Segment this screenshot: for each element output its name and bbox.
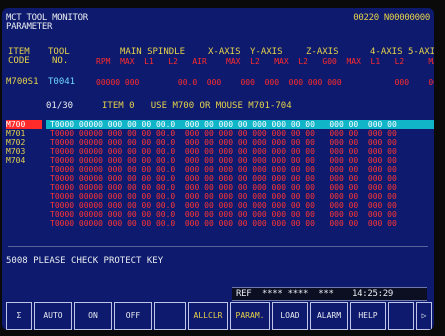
table-row[interactable]: T0000 00000 000 00 00 00.0 000 00 000 00…: [46, 183, 434, 192]
softkey-label: HELP: [358, 311, 378, 320]
table-row[interactable]: T0000 00000 000 00 00 00.0 000 00 000 00…: [46, 192, 434, 201]
axis5-header: 5-AXIS: [408, 47, 434, 57]
row-text: T0000 00000 000 00 00 00.0 000 00 000 00…: [50, 219, 397, 228]
table-row[interactable]: T0000 00000 000 00 00 00.0 000 00 000 00…: [46, 174, 434, 183]
row-text: T0000 00000 000 00 00 00.0 000 00 000 00…: [50, 147, 397, 156]
row-text: T0000 00000 000 00 00 00.0 000 00 000 00…: [50, 183, 397, 192]
softkey-label: ALLCLR: [193, 311, 223, 320]
table-row[interactable]: T0000 00000 000 00 00 00.0 000 00 000 00…: [46, 147, 434, 156]
screen-subtitle: PARAMETER: [6, 22, 53, 32]
status-bar: REF **** **** *** 14:25:29: [232, 287, 427, 301]
mode-indicator: REF: [236, 289, 252, 299]
softkey-blank-1[interactable]: [154, 302, 186, 330]
main-spindle-header: MAIN SPINDLE: [120, 47, 186, 57]
row-text: T0000 00000 000 00 00 00.0 000 00 000 00…: [50, 129, 397, 138]
item-code-m701[interactable]: M701: [6, 129, 42, 138]
input-line: [8, 246, 428, 247]
next-arrow-icon: ▷: [421, 311, 427, 320]
item-code-m703[interactable]: M703: [6, 147, 42, 156]
softkey-help[interactable]: HELP: [350, 302, 386, 330]
no-header: NO.: [52, 56, 69, 66]
row-text: T0000 00000 000 00 00 00.0 000 00 000 00…: [50, 201, 397, 210]
table-row[interactable]: T0000 00000 000 00 00 00.0 000 00 000 00…: [46, 165, 434, 174]
softkey-blank-2[interactable]: [388, 302, 414, 330]
status-stars: **** **** ***: [262, 289, 334, 299]
softkey-label: ON: [88, 311, 98, 320]
softkey-label: OFF: [125, 311, 141, 320]
row-text: T0000 00000 000 00 00 00.0 000 00 000 00…: [50, 192, 397, 201]
table-row[interactable]: T0000 00000 000 00 00 00.0 000 00 000 00…: [46, 210, 434, 219]
table-row[interactable]: T0000 00000 000 00 00 00.0 000 00 000 00…: [46, 120, 434, 129]
tool-data-table: T0000 00000 000 00 00 00.0 000 00 000 00…: [46, 104, 434, 232]
softkey-off[interactable]: OFF: [114, 302, 152, 330]
table-row[interactable]: T0000 00000 000 00 00 00.0 000 00 000 00…: [46, 156, 434, 165]
alarm-message: 5008 PLEASE CHECK PROTECT KEY: [6, 256, 164, 266]
item-code-m704[interactable]: M704: [6, 156, 42, 165]
current-values: 00000 000 00.0 000 000 000 000 000 000 0…: [96, 78, 434, 87]
cnc-screen: MCT TOOL MONITOR PARAMETER 00220 N000000…: [2, 8, 434, 330]
softkey-allclr[interactable]: ALLCLR: [188, 302, 228, 330]
sub-header-row: RPM MAX L1 L2 AIR MAX L2 MAX L2 G00 MAX …: [96, 57, 434, 66]
row-text: T0000 00000 000 00 00 00.0 000 00 000 00…: [50, 210, 397, 219]
current-code: M700S1: [6, 77, 39, 87]
row-text: T0000 00000 000 00 00 00.0 000 00 000 00…: [50, 156, 397, 165]
row-text: T0000 00000 000 00 00 00.0 000 00 000 00…: [50, 120, 397, 129]
softkey-label: Σ: [16, 311, 22, 320]
row-text: T0000 00000 000 00 00 00.0 000 00 000 00…: [50, 165, 397, 174]
softkey-load[interactable]: LOAD: [272, 302, 308, 330]
softkey-sigma[interactable]: Σ: [6, 302, 32, 330]
z-axis-header: Z-AXIS: [306, 47, 339, 57]
axis4-header: 4-AXIS: [370, 47, 403, 57]
item-code-m700[interactable]: M700: [6, 120, 42, 129]
y-axis-header: Y-AXIS: [250, 47, 283, 57]
softkey-param[interactable]: PARAM.: [230, 302, 270, 330]
softkey-next[interactable]: ▷: [416, 302, 432, 330]
table-row[interactable]: T0000 00000 000 00 00 00.0 000 00 000 00…: [46, 201, 434, 210]
program-number: 00220 N00000000: [353, 13, 430, 23]
row-text: T0000 00000 000 00 00 00.0 000 00 000 00…: [50, 138, 397, 147]
row-text: T0000 00000 000 00 00 00.0 000 00 000 00…: [50, 174, 397, 183]
softkey-on[interactable]: ON: [74, 302, 112, 330]
table-row[interactable]: T0000 00000 000 00 00 00.0 000 00 000 00…: [46, 129, 434, 138]
softkey-alarm[interactable]: ALARM: [310, 302, 348, 330]
x-axis-header: X-AXIS: [208, 47, 241, 57]
softkey-bar: Σ AUTO ON OFF ALLCLR PARAM. LOAD ALARM H…: [2, 302, 434, 330]
item-code-list: M700 M701 M702 M703 M704: [6, 120, 42, 165]
table-row[interactable]: T0000 00000 000 00 00 00.0 000 00 000 00…: [46, 219, 434, 228]
softkey-label: AUTO: [43, 311, 63, 320]
current-tool: T0041: [48, 77, 76, 87]
clock: 14:25:29: [352, 289, 393, 299]
softkey-label: ALARM: [316, 311, 342, 320]
code-header: CODE: [8, 56, 30, 66]
softkey-label: PARAM.: [235, 311, 265, 320]
softkey-auto[interactable]: AUTO: [34, 302, 72, 330]
softkey-label: LOAD: [280, 311, 300, 320]
table-row[interactable]: T0000 00000 000 00 00 00.0 000 00 000 00…: [46, 138, 434, 147]
item-code-m702[interactable]: M702: [6, 138, 42, 147]
